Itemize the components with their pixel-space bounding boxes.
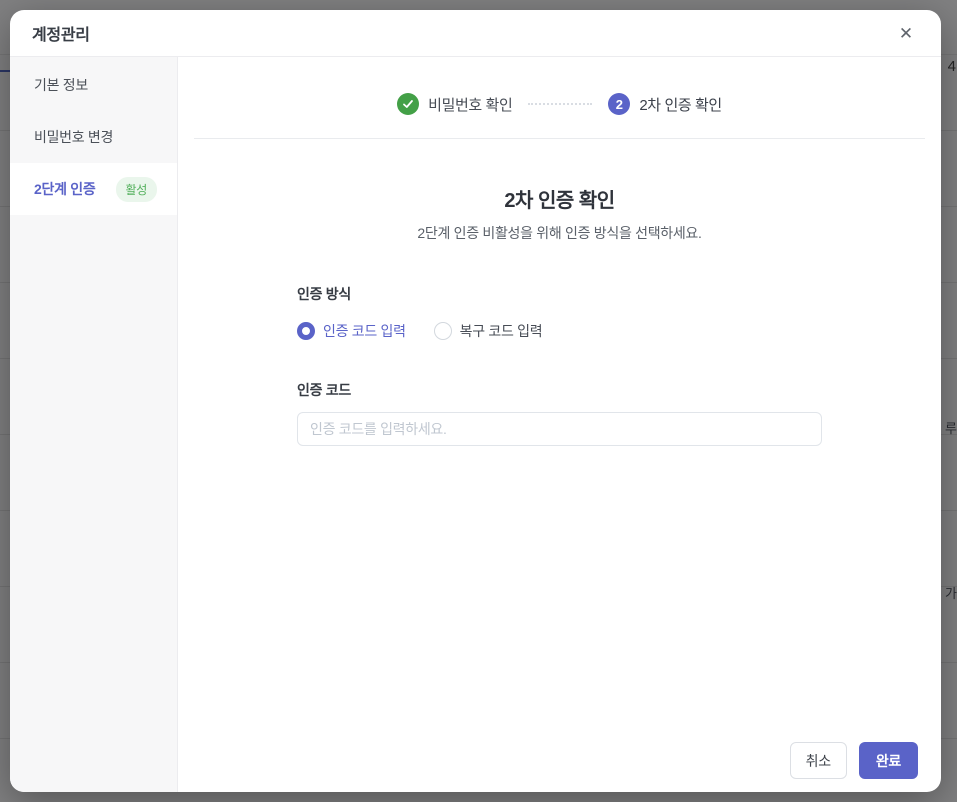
sidebar-item-change-password[interactable]: 비밀번호 변경: [10, 111, 177, 163]
step-number-badge: 2: [608, 93, 631, 115]
sidebar-item-label: 비밀번호 변경: [34, 129, 114, 145]
step-connector-dots: [528, 103, 593, 105]
step-second-auth-confirm: 2 2차 인증 확인: [608, 93, 722, 115]
auth-method-label: 인증 방식: [297, 286, 351, 302]
modal-header: 계정관리 ✕: [10, 10, 941, 57]
radio-recovery-code[interactable]: 복구 코드 입력: [433, 321, 543, 341]
sidebar-item-two-factor-auth[interactable]: 2단계 인증 활성: [10, 163, 177, 215]
sidebar-item-basic-info[interactable]: 기본 정보: [10, 59, 177, 111]
check-icon: [397, 93, 420, 115]
modal-body: 기본 정보 비밀번호 변경 2단계 인증 활성 비밀번호 확인 2 2차 인증 …: [10, 57, 941, 792]
cancel-button[interactable]: 취소: [789, 742, 847, 779]
modal-footer: 취소 완료: [178, 742, 941, 792]
auth-code-input[interactable]: [297, 412, 822, 446]
content-column: 2차 인증 확인 2단계 인증 비활성을 위해 인증 방식을 선택하세요. 인증…: [297, 184, 822, 446]
status-badge-active: 활성: [115, 176, 157, 202]
main-pane: 비밀번호 확인 2 2차 인증 확인 2차 인증 확인 2단계 인증 비활성을 …: [178, 57, 941, 792]
radio-auth-code[interactable]: 인증 코드 입력: [297, 321, 406, 341]
sidebar-item-label: 기본 정보: [34, 77, 88, 93]
radio-unselected-icon[interactable]: [433, 322, 452, 340]
submit-button[interactable]: 완료: [858, 742, 918, 779]
page-title: 2차 인증 확인: [504, 190, 615, 212]
page-subtitle: 2단계 인증 비활성을 위해 인증 방식을 선택하세요.: [417, 225, 702, 241]
radio-label: 복구 코드 입력: [459, 323, 543, 339]
step-password-confirm: 비밀번호 확인: [397, 93, 513, 115]
radio-label: 인증 코드 입력: [323, 323, 406, 339]
auth-code-label: 인증 코드: [297, 382, 351, 398]
stepper-divider: [194, 138, 925, 139]
sidebar: 기본 정보 비밀번호 변경 2단계 인증 활성: [10, 57, 178, 792]
step-label: 2차 인증 확인: [639, 96, 722, 114]
modal-title: 계정관리: [32, 27, 90, 44]
sidebar-item-label: 2단계 인증: [34, 181, 96, 197]
account-management-modal: 계정관리 ✕ 기본 정보 비밀번호 변경 2단계 인증 활성 비밀번호 확인 2…: [10, 10, 941, 792]
close-icon[interactable]: ✕: [893, 20, 919, 46]
radio-selected-icon[interactable]: [297, 322, 315, 340]
auth-method-radio-group: 인증 코드 입력 복구 코드 입력: [297, 321, 822, 341]
step-label: 비밀번호 확인: [428, 96, 513, 114]
step-indicator: 비밀번호 확인 2 2차 인증 확인: [178, 93, 941, 115]
